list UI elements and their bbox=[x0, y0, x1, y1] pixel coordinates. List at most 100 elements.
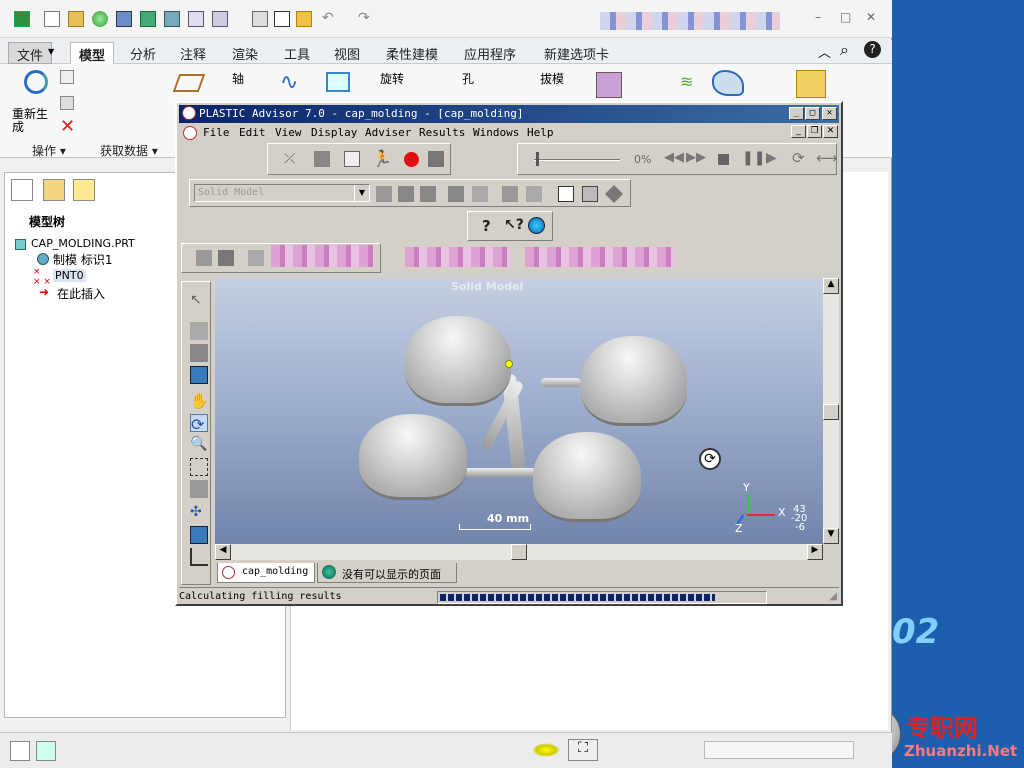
report-icon[interactable] bbox=[558, 186, 574, 202]
doc-tab-cap-molding[interactable]: cap_molding bbox=[217, 563, 315, 583]
help-icon[interactable]: ? bbox=[482, 217, 491, 235]
curve-icon[interactable]: ∿ bbox=[280, 70, 298, 95]
web-help-icon[interactable] bbox=[528, 217, 545, 234]
close-win-icon[interactable] bbox=[164, 11, 180, 27]
edit-display-icon[interactable] bbox=[376, 186, 392, 202]
pause-icon[interactable]: ❚❚ bbox=[742, 150, 765, 166]
component-icon[interactable] bbox=[796, 70, 826, 98]
fit-icon[interactable] bbox=[502, 186, 518, 202]
axes-icon[interactable]: ✣ bbox=[190, 504, 208, 522]
model-tree-tab-icon[interactable] bbox=[11, 179, 33, 201]
select-icon[interactable]: ↖ bbox=[190, 292, 208, 310]
model-select[interactable]: Solid Model ▼ bbox=[194, 184, 370, 202]
scroll-down-button[interactable]: ▼ bbox=[823, 528, 839, 544]
tab-annotate[interactable]: 注释 bbox=[172, 42, 214, 64]
folder-icon[interactable] bbox=[296, 11, 312, 27]
new-icon[interactable] bbox=[44, 11, 60, 27]
redo-icon[interactable]: ↷ bbox=[358, 10, 370, 26]
tree-item-insert-here[interactable]: 在此插入 bbox=[57, 285, 105, 302]
tab-file[interactable]: 文件 bbox=[8, 42, 53, 64]
tree-toggle-icon[interactable] bbox=[10, 741, 30, 761]
fit-view-icon[interactable] bbox=[190, 480, 208, 498]
rotate-icon[interactable]: ⟳ bbox=[190, 414, 208, 434]
tab-render[interactable]: 渲染 bbox=[224, 42, 266, 64]
run-analysis-icon[interactable]: 🏃 bbox=[372, 149, 392, 168]
doc-restore-button[interactable]: ❐ bbox=[807, 125, 822, 138]
menu-windows[interactable]: Windows bbox=[473, 126, 519, 139]
open-file-icon[interactable] bbox=[196, 250, 212, 266]
analysis-check-icon[interactable] bbox=[344, 151, 360, 167]
tab-applications[interactable]: 应用程序 bbox=[456, 42, 524, 64]
menu-results[interactable]: Results bbox=[419, 126, 465, 139]
find-icon[interactable]: ⛶ bbox=[568, 739, 598, 761]
measure-icon[interactable] bbox=[190, 322, 208, 340]
cube-icon[interactable] bbox=[190, 344, 208, 362]
shell-icon[interactable] bbox=[596, 72, 622, 98]
tab-view[interactable]: 视图 bbox=[326, 42, 368, 64]
hole-label[interactable]: 孔 bbox=[462, 70, 474, 87]
style-icon[interactable] bbox=[712, 70, 744, 96]
scroll-right-button[interactable]: ▶ bbox=[807, 544, 823, 560]
help-icon[interactable]: ? bbox=[864, 41, 881, 58]
browser-toggle-icon[interactable] bbox=[36, 741, 56, 761]
paste-icon[interactable] bbox=[60, 96, 74, 110]
save-file-icon[interactable] bbox=[218, 250, 234, 266]
stop-icon[interactable] bbox=[718, 154, 729, 165]
chevron-down-icon[interactable]: ▼ bbox=[354, 185, 369, 201]
step-forward-icon[interactable]: ▶▶ bbox=[686, 150, 706, 165]
selection-indicator-icon[interactable] bbox=[532, 743, 560, 757]
display-icon[interactable] bbox=[188, 11, 204, 27]
context-help-icon[interactable]: ↖? bbox=[504, 217, 524, 233]
maximize-button[interactable]: □ bbox=[840, 10, 851, 24]
filter-dropdown[interactable] bbox=[704, 741, 854, 759]
print-file-icon[interactable] bbox=[248, 250, 264, 266]
regenerate-small-icon[interactable] bbox=[252, 11, 268, 27]
tab-new[interactable]: 新建选项卡 bbox=[536, 42, 617, 64]
tree-item-mold[interactable]: 制模 标识1 bbox=[53, 251, 112, 268]
app-icon[interactable] bbox=[14, 11, 30, 27]
axis-label[interactable]: 轴 bbox=[232, 70, 244, 87]
pa-minimize-button[interactable]: _ bbox=[789, 107, 804, 120]
pattern-icon[interactable]: ≋ bbox=[680, 72, 693, 91]
extrude-icon[interactable] bbox=[326, 72, 350, 92]
scroll-left-button[interactable]: ◀ bbox=[215, 544, 231, 560]
model-viewport[interactable]: Solid Model ⟳ 40 mm Y X Z 43 -20 -6 bbox=[215, 278, 823, 544]
draft-label[interactable]: 拔模 bbox=[540, 70, 564, 87]
chart-icon[interactable] bbox=[190, 548, 208, 566]
material-icon[interactable] bbox=[604, 184, 624, 204]
loop-icon[interactable]: ⟳ bbox=[792, 149, 805, 167]
menu-edit[interactable]: Edit bbox=[239, 126, 266, 139]
tab-model[interactable]: 模型 bbox=[70, 42, 115, 64]
vertical-scrollbar[interactable]: ▲ ▼ bbox=[823, 278, 839, 544]
delete-icon[interactable]: ✕ bbox=[60, 116, 75, 137]
menu-help[interactable]: Help bbox=[527, 126, 554, 139]
tab-flexible-modeling[interactable]: 柔性建模 bbox=[378, 42, 446, 64]
save-icon[interactable] bbox=[116, 11, 132, 27]
scroll-thumb-v[interactable] bbox=[823, 404, 839, 420]
bounce-icon[interactable]: ⟷ bbox=[816, 149, 838, 167]
menu-view[interactable]: View bbox=[275, 126, 302, 139]
collapse-ribbon-icon[interactable]: ︿ bbox=[818, 42, 831, 61]
favorites-tab-icon[interactable] bbox=[73, 179, 95, 201]
pan-icon[interactable]: ✋ bbox=[190, 392, 209, 410]
pa-maximize-button[interactable]: □ bbox=[805, 107, 820, 120]
minimize-button[interactable]: – bbox=[815, 10, 821, 24]
plane-icon[interactable] bbox=[172, 74, 206, 92]
animation-slider-thumb[interactable] bbox=[536, 152, 539, 166]
menu-adviser[interactable]: Adviser bbox=[365, 126, 411, 139]
undo-icon[interactable]: ↶ bbox=[322, 10, 334, 26]
windows-icon[interactable] bbox=[140, 11, 156, 27]
animation-slider[interactable] bbox=[534, 159, 620, 161]
play-icon[interactable]: ▶ bbox=[766, 150, 777, 166]
tree-item-part[interactable]: CAP_MOLDING.PRT bbox=[31, 237, 135, 250]
camera-icon[interactable] bbox=[526, 186, 542, 202]
horizontal-scrollbar[interactable]: ◀ ▶ bbox=[215, 544, 823, 560]
tree-item-point[interactable]: PNT0 bbox=[53, 269, 86, 282]
menu-display[interactable]: Display bbox=[311, 126, 357, 139]
print-icon[interactable] bbox=[472, 186, 488, 202]
open-icon[interactable] bbox=[68, 11, 84, 27]
scroll-thumb-h[interactable] bbox=[511, 544, 527, 560]
menu-file[interactable]: File bbox=[203, 126, 230, 139]
stop-analysis-icon[interactable] bbox=[404, 152, 419, 167]
shaded-cube-icon[interactable] bbox=[190, 366, 208, 384]
